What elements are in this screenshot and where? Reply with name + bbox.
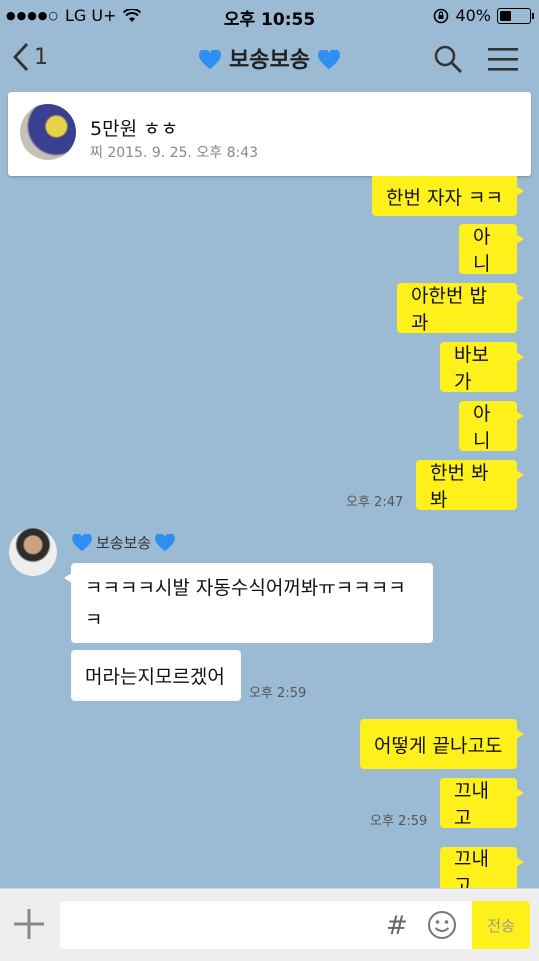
my-message[interactable]: 끄내고 xyxy=(440,778,524,829)
status-right: 40% xyxy=(433,6,534,25)
my-message[interactable]: 아한번 밥과 xyxy=(397,283,524,334)
chat-header: 1 보송보송 xyxy=(0,30,539,90)
friend-message[interactable]: 머라는지모르겠어 xyxy=(71,650,241,701)
blue-heart-icon xyxy=(199,50,222,70)
battery-icon xyxy=(497,7,534,24)
message-input[interactable]: # 전송 xyxy=(60,901,530,949)
hashtag-button[interactable]: # xyxy=(386,911,408,941)
notice-headline: 5만원 ㅎㅎ xyxy=(90,118,179,140)
my-message[interactable]: 아니 xyxy=(459,401,524,452)
status-bar: ●●●●○ LG U+ 오후 10:55 40% xyxy=(0,0,539,30)
message-timestamp: 오후 2:59 xyxy=(249,686,307,701)
friend-name: 보송보송 xyxy=(72,532,176,553)
notice-avatar xyxy=(20,104,76,160)
plus-icon[interactable] xyxy=(14,909,44,939)
message-input-bar: # 전송 xyxy=(0,888,539,961)
my-message[interactable]: 어떻게 끝나고도 xyxy=(360,719,524,769)
my-message[interactable]: 한번 자자 ㅋㅋ xyxy=(372,176,524,216)
friend-message[interactable]: ㅋㅋㅋㅋ시발 자동수식어꺼봐ㅠㅋㅋㅋㅋㅋ xyxy=(64,563,433,643)
header-actions xyxy=(433,44,519,74)
blue-heart-icon xyxy=(317,50,340,70)
pinned-notice[interactable]: 5만원 ㅎㅎ 찌 2015. 9. 25. 오후 8:43 xyxy=(8,92,531,176)
emoticon-icon[interactable] xyxy=(427,910,457,940)
message-timestamp: 오후 2:47 xyxy=(346,495,404,510)
my-message[interactable]: 바보가 xyxy=(440,342,524,393)
search-icon[interactable] xyxy=(433,44,463,74)
friend-avatar[interactable] xyxy=(9,528,57,576)
send-button[interactable]: 전송 xyxy=(472,901,530,949)
notice-date: 찌 2015. 9. 25. 오후 8:43 xyxy=(90,145,259,161)
my-message[interactable]: 한번 봐봐 xyxy=(416,460,524,511)
my-message[interactable]: 아니 xyxy=(459,224,524,275)
blue-heart-icon xyxy=(72,533,92,551)
blue-heart-icon xyxy=(155,533,176,551)
chat-title-text: 보송보송 xyxy=(229,48,310,73)
message-timestamp: 오후 2:59 xyxy=(370,814,428,829)
battery-percent: 40% xyxy=(455,6,491,25)
menu-icon[interactable] xyxy=(487,44,519,74)
rotation-lock-icon xyxy=(434,8,449,23)
friend-name-text: 보송보송 xyxy=(96,534,152,552)
